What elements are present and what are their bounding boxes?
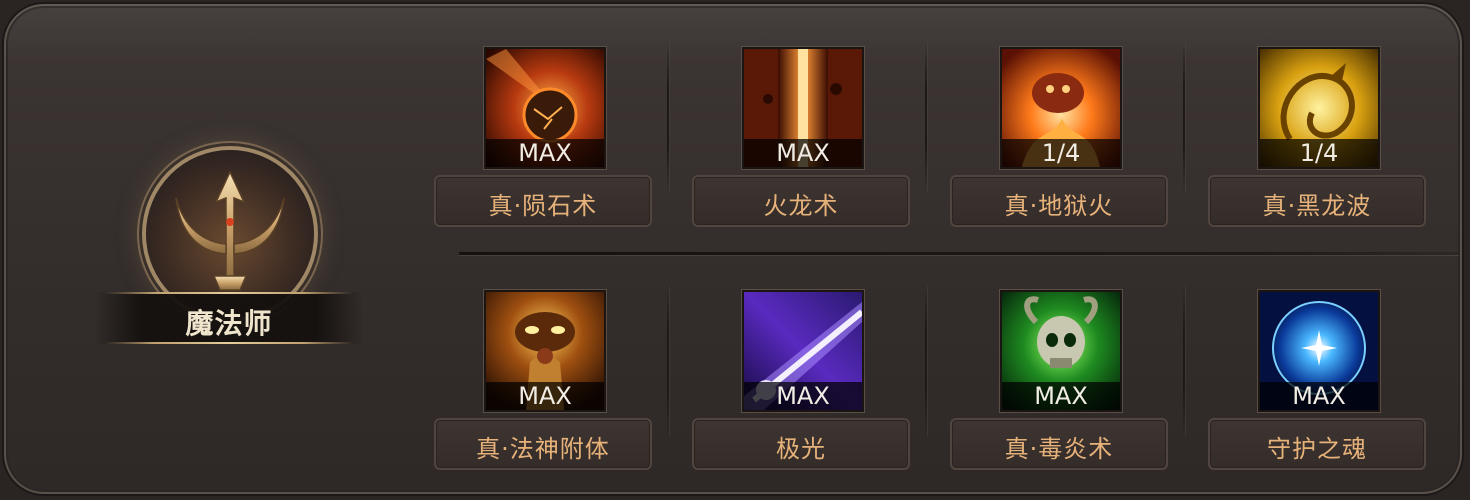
class-name-plate: 魔法师 bbox=[94, 292, 364, 344]
skill-icon-frame: MAX bbox=[1000, 290, 1122, 412]
skills-panel: 魔法师 MAX 真·陨石术 MAX 火龙术 1/4 真·地狱火 1/4 真·黑龙… bbox=[4, 4, 1462, 494]
skill-level: MAX bbox=[1002, 382, 1120, 410]
skill-name: 真·陨石术 bbox=[488, 192, 598, 220]
skill-level: MAX bbox=[1260, 382, 1378, 410]
skill-level: MAX bbox=[744, 382, 862, 410]
skill-card-guardian-soul[interactable]: MAX 守护之魂 bbox=[1208, 290, 1426, 480]
skill-name: 守护之魂 bbox=[1267, 435, 1367, 463]
skill-level: 1/4 bbox=[1260, 139, 1378, 167]
skill-card-poison-flame[interactable]: MAX 真·毒炎术 bbox=[950, 290, 1168, 480]
column-divider bbox=[1183, 42, 1185, 192]
skill-name-box: 极光 bbox=[692, 418, 910, 470]
skill-icon-frame: 1/4 bbox=[1000, 47, 1122, 169]
skill-name-box: 真·法神附体 bbox=[434, 418, 652, 470]
skill-icon-frame: MAX bbox=[742, 290, 864, 412]
skill-name: 真·法神附体 bbox=[476, 435, 610, 463]
skill-name-box: 守护之魂 bbox=[1208, 418, 1426, 470]
skill-icon-frame: MAX bbox=[484, 47, 606, 169]
column-divider bbox=[925, 286, 927, 436]
skill-grid: MAX 真·陨石术 MAX 火龙术 1/4 真·地狱火 1/4 真·黑龙波 MA… bbox=[429, 42, 1459, 482]
skill-icon-frame: MAX bbox=[1258, 290, 1380, 412]
skill-name: 真·黑龙波 bbox=[1262, 192, 1372, 220]
class-name: 魔法师 bbox=[185, 307, 273, 340]
skill-card-aurora[interactable]: MAX 极光 bbox=[692, 290, 910, 480]
skill-name: 真·地狱火 bbox=[1004, 192, 1114, 220]
skill-card-black-dragon-wave[interactable]: 1/4 真·黑龙波 bbox=[1208, 47, 1426, 237]
skill-icon-frame: MAX bbox=[742, 47, 864, 169]
row-divider bbox=[459, 252, 1459, 255]
skill-card-mage-god-possession[interactable]: MAX 真·法神附体 bbox=[434, 290, 652, 480]
skill-name: 真·毒炎术 bbox=[1004, 435, 1114, 463]
skill-level: MAX bbox=[744, 139, 862, 167]
skill-name: 极光 bbox=[776, 435, 826, 463]
skill-name-box: 真·黑龙波 bbox=[1208, 175, 1426, 227]
class-emblem: 魔法师 bbox=[94, 144, 374, 354]
skill-level: MAX bbox=[486, 382, 604, 410]
skill-card-fire-dragon[interactable]: MAX 火龙术 bbox=[692, 47, 910, 237]
column-divider bbox=[667, 286, 669, 436]
skill-level: MAX bbox=[486, 139, 604, 167]
skill-level: 1/4 bbox=[1002, 139, 1120, 167]
skill-name-box: 火龙术 bbox=[692, 175, 910, 227]
skill-icon-frame: 1/4 bbox=[1258, 47, 1380, 169]
skill-card-hellfire[interactable]: 1/4 真·地狱火 bbox=[950, 47, 1168, 237]
skill-name-box: 真·毒炎术 bbox=[950, 418, 1168, 470]
column-divider bbox=[1183, 286, 1185, 436]
skill-name-box: 真·地狱火 bbox=[950, 175, 1168, 227]
skill-name: 火龙术 bbox=[763, 192, 839, 220]
skill-card-meteor[interactable]: MAX 真·陨石术 bbox=[434, 47, 652, 237]
column-divider bbox=[925, 42, 927, 192]
trident-icon bbox=[175, 170, 285, 291]
column-divider bbox=[667, 42, 669, 192]
skill-icon-frame: MAX bbox=[484, 290, 606, 412]
skill-name-box: 真·陨石术 bbox=[434, 175, 652, 227]
